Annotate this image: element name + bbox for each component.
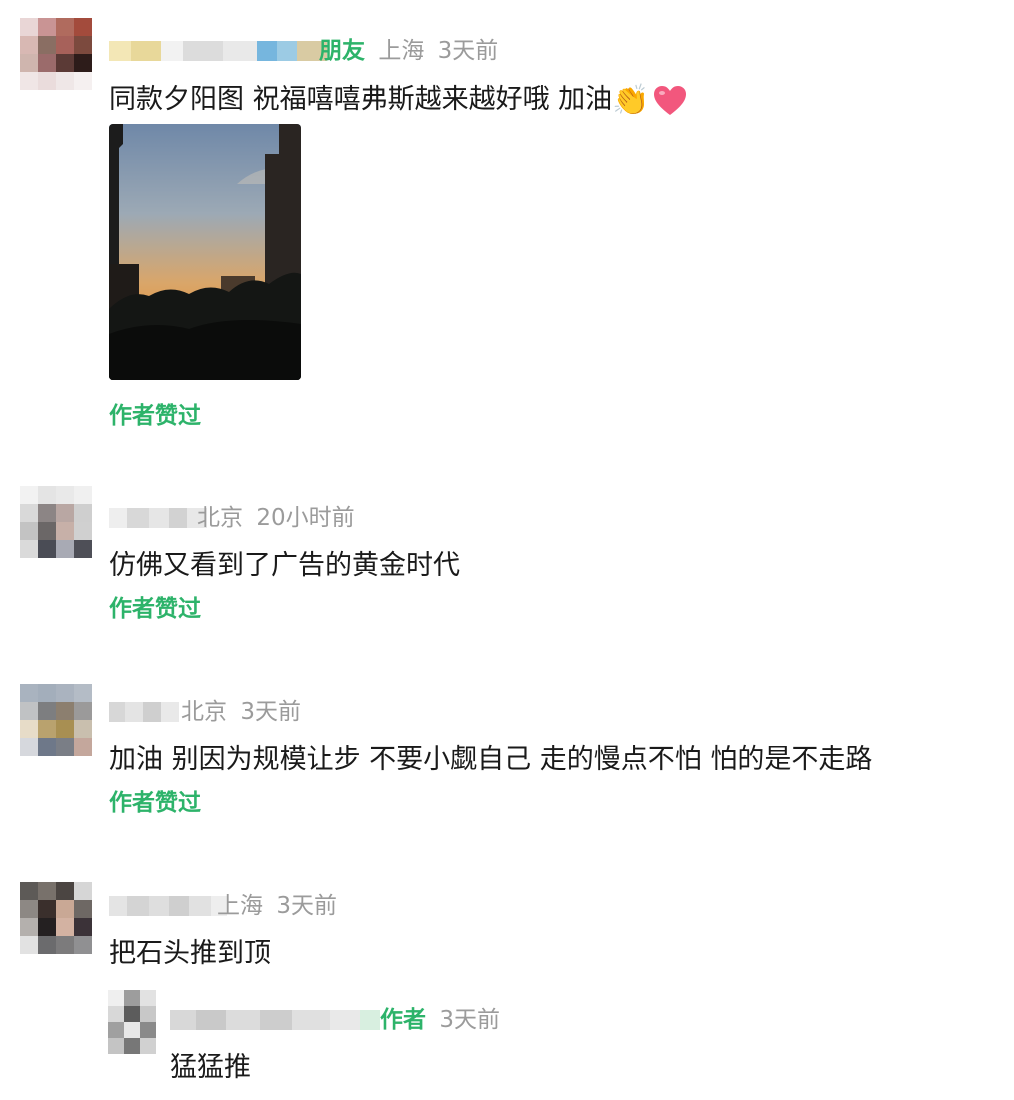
username[interactable] (109, 889, 227, 923)
avatar[interactable] (20, 882, 92, 954)
comment-text[interactable]: 仿佛又看到了广告的黄金时代 (109, 546, 460, 586)
comment-text[interactable]: 加油 别因为规模让步 不要小觑自己 走的慢点不怕 怕的是不走路 (109, 740, 872, 780)
location: 上海 (378, 38, 425, 64)
avatar[interactable] (20, 486, 92, 558)
comment-meta: 朋友 上海 3天前 (319, 34, 498, 68)
reply-username[interactable] (170, 1003, 380, 1037)
author-liked-label: 作者赞过 (109, 596, 201, 622)
comment-meta: 北京 3天前 (181, 695, 301, 729)
username[interactable] (109, 34, 327, 68)
avatar[interactable] (20, 684, 92, 756)
location: 上海 (217, 893, 263, 919)
heart-emoji (653, 85, 686, 115)
location: 北京 (197, 505, 243, 531)
timestamp: 3天前 (240, 699, 301, 725)
author-liked-label: 作者赞过 (109, 790, 201, 816)
timestamp: 3天前 (276, 893, 337, 919)
reply-text[interactable]: 猛猛推 (170, 1048, 251, 1088)
friend-tag: 朋友 (319, 38, 365, 64)
timestamp: 20小时前 (256, 505, 355, 531)
timestamp: 3天前 (437, 38, 499, 64)
author-tag: 作者 (380, 1007, 426, 1033)
location: 北京 (181, 699, 227, 725)
username[interactable] (109, 501, 207, 535)
comment-meta: 北京 20小时前 (197, 501, 355, 535)
comment-text[interactable]: 同款夕阳图 祝福嘻嘻弗斯越来越好哦 加油👏 (109, 80, 688, 120)
timestamp: 3天前 (439, 1007, 500, 1033)
reply-meta: 作者 3天前 (380, 1003, 500, 1037)
username[interactable] (109, 695, 179, 729)
avatar[interactable] (20, 18, 92, 90)
clap-emoji: 👏 (612, 82, 650, 118)
comment-text[interactable]: 把石头推到顶 (109, 934, 271, 974)
comment-meta: 上海 3天前 (217, 889, 337, 923)
reply-avatar[interactable] (108, 990, 156, 1054)
sunset-photo[interactable] (109, 124, 301, 380)
author-liked-label: 作者赞过 (109, 403, 201, 429)
